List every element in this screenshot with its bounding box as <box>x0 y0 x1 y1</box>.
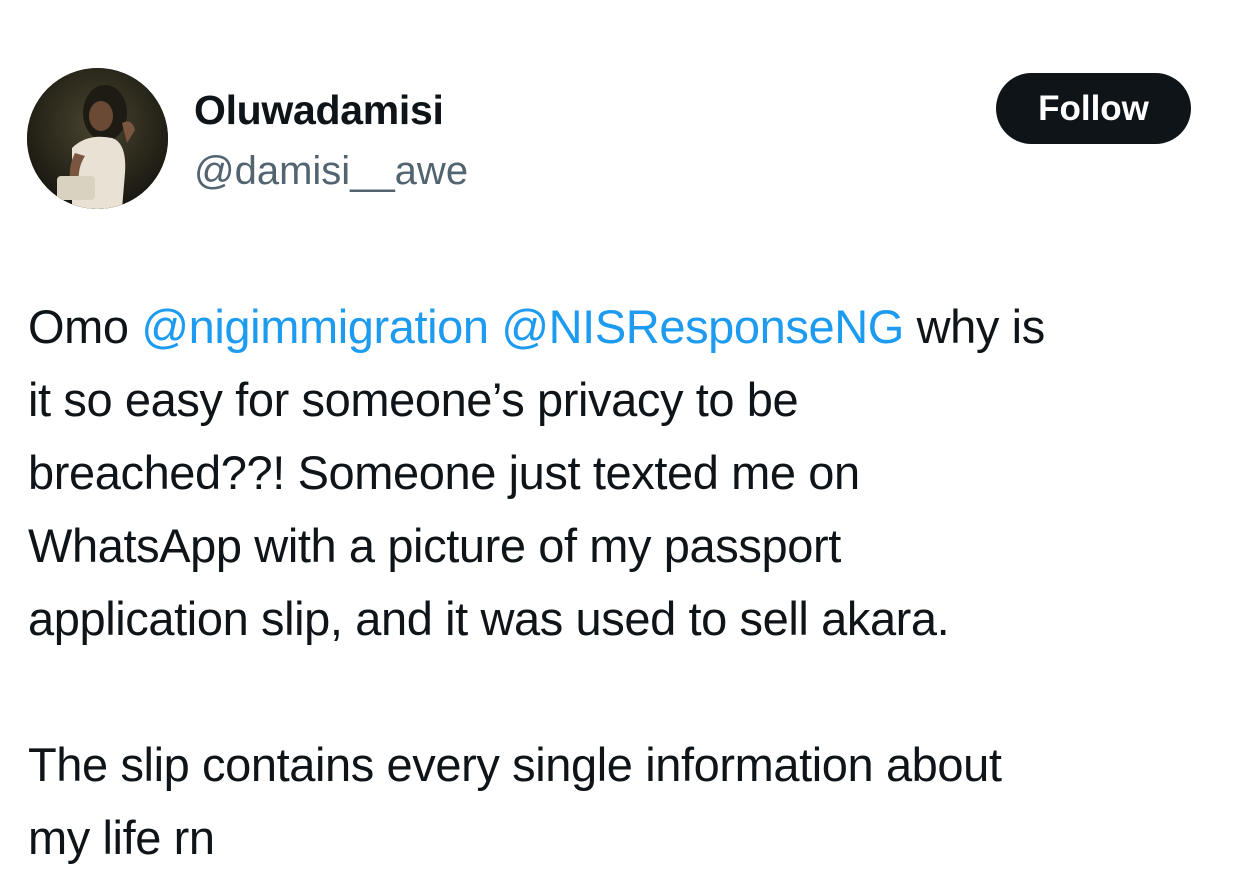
tweet-text-line: application slip, and it was used to sel… <box>28 592 950 645</box>
tweet-paragraph-2: The slip contains every single informati… <box>28 728 1228 874</box>
tweet-text-segment: Omo <box>28 300 129 353</box>
tweet-text-line: WhatsApp with a picture of my passport <box>28 519 841 572</box>
tweet-text-line: it so easy for someone’s privacy to be <box>28 373 799 426</box>
tweet-paragraph-1: Omo @nigimmigration @NISResponseNG why i… <box>28 290 1228 655</box>
mention-nisresponseng[interactable]: @NISResponseNG <box>501 300 904 353</box>
display-name[interactable]: Oluwadamisi <box>194 84 444 136</box>
tweet-text-line: my life rn <box>28 811 215 864</box>
tweet-card: Oluwadamisi @damisi__awe Follow Omo @nig… <box>0 0 1242 895</box>
tweet-text-segment: why is <box>916 300 1046 353</box>
tweet-text: Omo @nigimmigration @NISResponseNG why i… <box>28 290 1228 874</box>
avatar[interactable] <box>27 68 168 209</box>
tweet-text-line: The slip contains every single informati… <box>28 738 1002 791</box>
avatar-photo-icon <box>27 68 168 209</box>
user-handle[interactable]: @damisi__awe <box>194 145 468 197</box>
follow-button[interactable]: Follow <box>996 73 1191 144</box>
mention-nigimmigration[interactable]: @nigimmigration <box>141 300 489 353</box>
tweet-text-line: breached??! Someone just texted me on <box>28 446 860 499</box>
